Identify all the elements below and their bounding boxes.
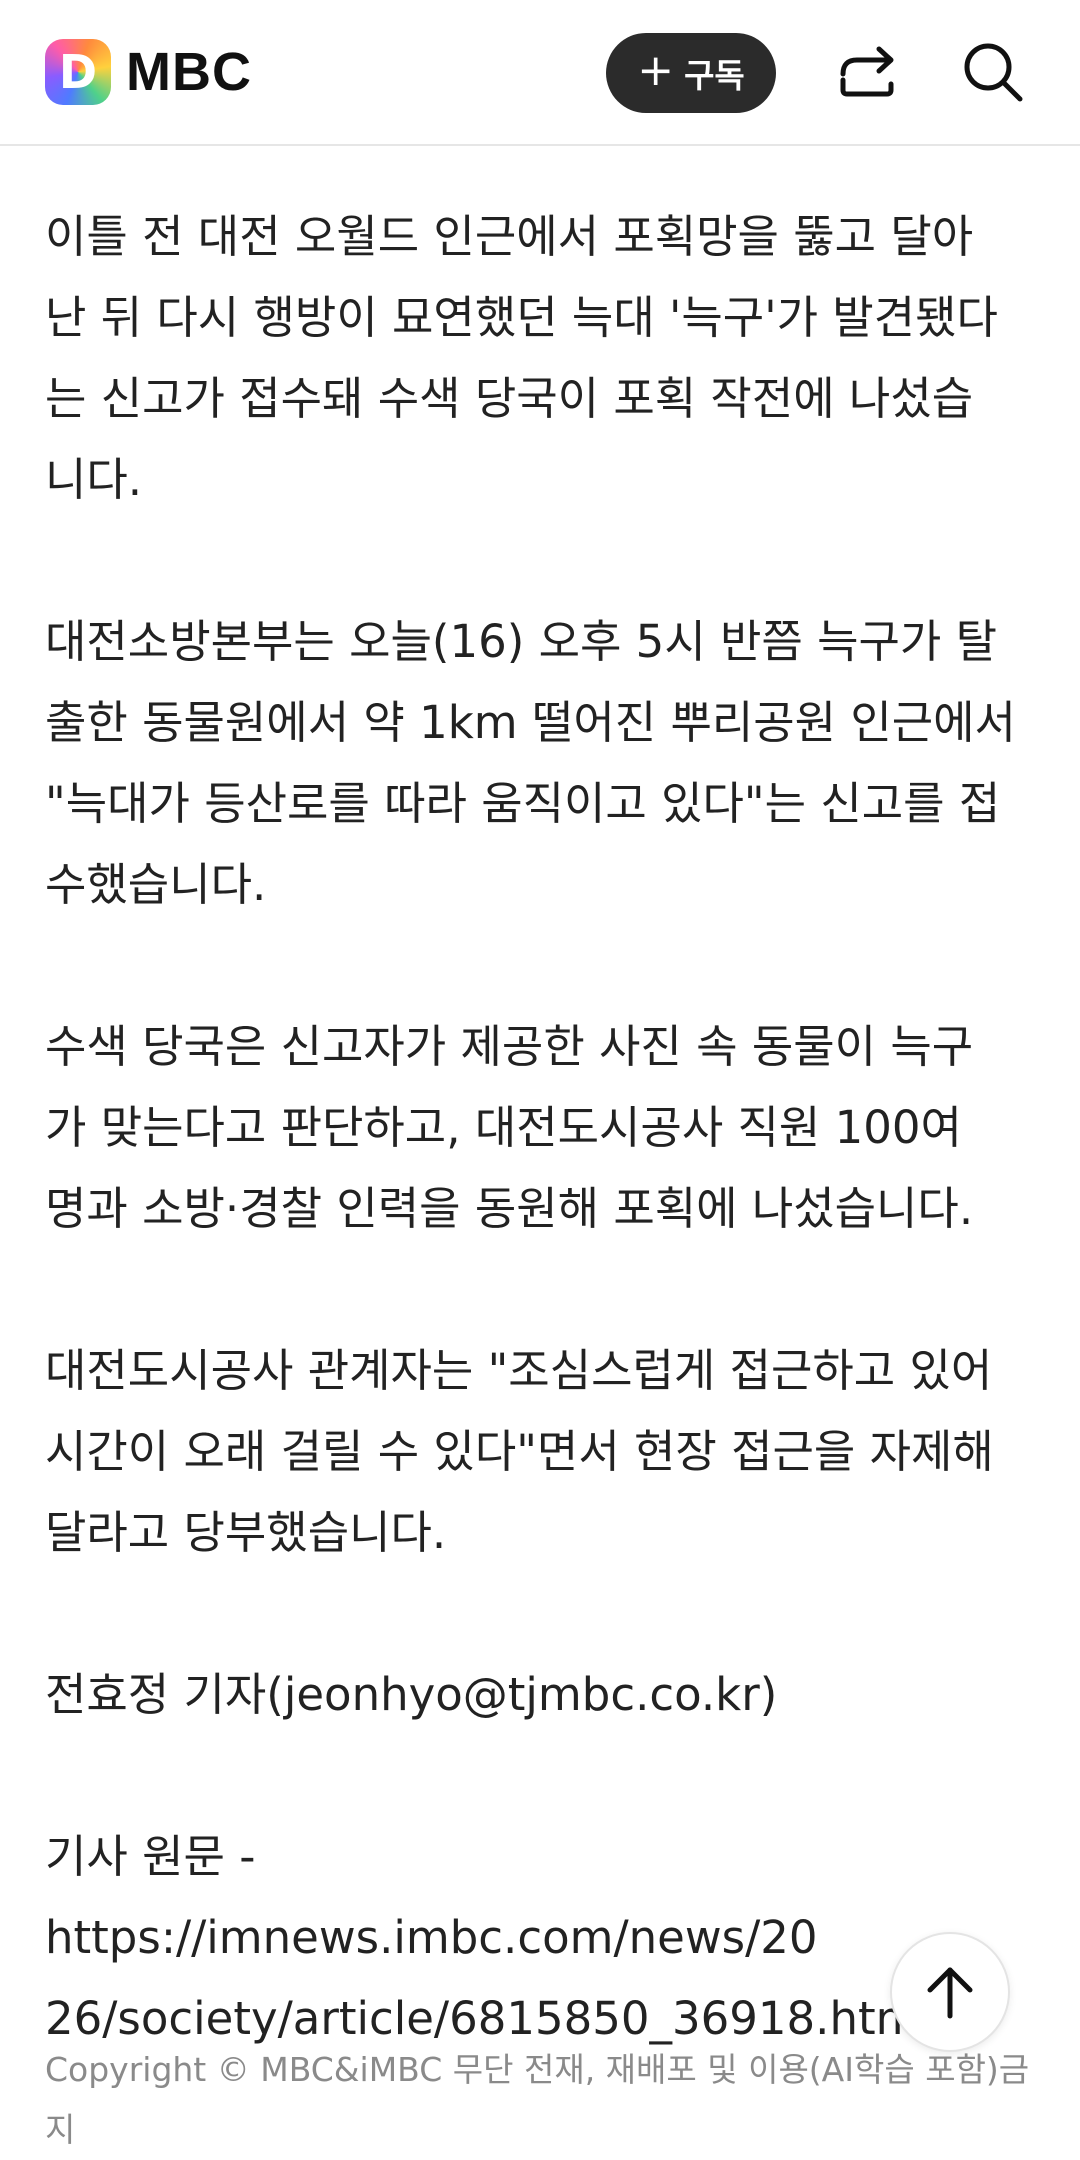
daum-logo-icon[interactable]: D [45,39,111,105]
app-header: D MBC + 구독 [0,0,1080,146]
arrow-up-icon [927,1967,973,2019]
search-button[interactable] [958,37,1028,107]
share-button[interactable] [832,37,902,107]
copyright-notice: Copyright © MBC&iMBC 무단 전재, 재배포 및 이용(AI학… [45,2040,1035,2160]
reporter-byline: 전효정 기자(jeonhyo@tjmbc.co.kr) [45,1668,778,1721]
article-body: 이틀 전 대전 오월드 인근에서 포획망을 뚫고 달아 난 뒤 다시 행방이 묘… [45,196,1035,2059]
press-name[interactable]: MBC [126,42,252,102]
article-paragraph: 수색 당국은 신고자가 제공한 사진 속 동물이 늑구 가 맞는다고 판단하고,… [45,1020,974,1235]
logo-letter: D [58,45,98,99]
share-icon [840,46,894,97]
plus-icon: + [637,45,675,96]
subscribe-label: 구독 [684,56,745,95]
search-icon [964,43,1023,102]
article-paragraph: 대전소방본부는 오늘(16) 오후 5시 반쯤 늑구가 탈 출한 동물원에서 약… [45,615,1016,911]
copyright-text: Copyright © MBC&iMBC 무단 전재, 재배포 및 이용(AI학… [45,2050,1030,2149]
article-paragraph: 대전도시공사 관계자는 "조심스럽게 접근하고 있어 시간이 오래 걸릴 수 있… [45,1344,994,1559]
article-paragraph: 이틀 전 대전 오월드 인근에서 포획망을 뚫고 달아 난 뒤 다시 행방이 묘… [45,210,998,506]
source-link[interactable]: 기사 원문 - https://imnews.imbc.com/news/20 … [45,1816,1035,2059]
subscribe-button[interactable]: + 구독 [606,33,776,113]
scroll-top-button[interactable] [890,1932,1010,2052]
